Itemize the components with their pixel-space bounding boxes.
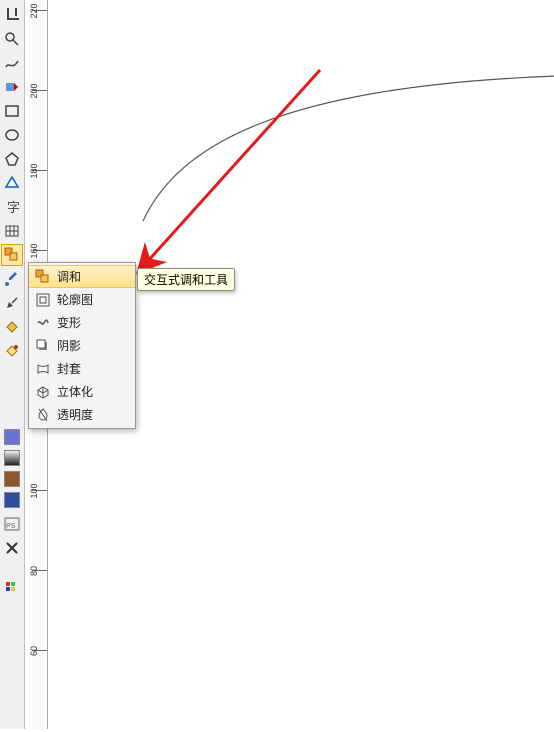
tool-ellipse[interactable] bbox=[1, 124, 23, 146]
flyout-item-contour[interactable]: 轮廓图 bbox=[29, 288, 135, 311]
tool-fill[interactable] bbox=[1, 316, 23, 338]
flyout-label: 立体化 bbox=[57, 383, 93, 400]
toolbox: 字 PS bbox=[0, 0, 25, 729]
swatch-1[interactable] bbox=[4, 429, 20, 445]
tool-crop[interactable] bbox=[1, 4, 23, 26]
flyout-item-blend[interactable]: 调和 bbox=[29, 265, 135, 288]
tool-basic-shapes[interactable] bbox=[1, 172, 23, 194]
distort-icon bbox=[35, 315, 51, 331]
tool-text[interactable]: 字 bbox=[1, 196, 23, 218]
ruler-mark: 180 bbox=[29, 163, 39, 178]
ruler-mark: 100 bbox=[29, 483, 39, 498]
ruler-mark: 200 bbox=[29, 83, 39, 98]
envelope-icon bbox=[35, 361, 51, 377]
tool-polygon[interactable] bbox=[1, 148, 23, 170]
ruler-mark: 80 bbox=[29, 566, 39, 576]
flyout-label: 变形 bbox=[57, 314, 81, 331]
flyout-item-drop-shadow[interactable]: 阴影 bbox=[29, 334, 135, 357]
swatch-2[interactable] bbox=[4, 450, 20, 466]
tool-rectangle[interactable] bbox=[1, 100, 23, 122]
contour-icon bbox=[35, 292, 51, 308]
tool-zoom[interactable] bbox=[1, 28, 23, 50]
flyout-label: 封套 bbox=[57, 360, 81, 377]
interactive-tools-flyout: 调和 轮廓图 变形 阴影 封套 立体化 透明度 bbox=[28, 262, 136, 429]
flyout-label: 调和 bbox=[57, 268, 81, 285]
extrude-icon bbox=[35, 384, 51, 400]
tool-eyedropper[interactable] bbox=[1, 268, 23, 290]
tool-table[interactable] bbox=[1, 220, 23, 242]
flyout-item-transparency[interactable]: 透明度 bbox=[29, 403, 135, 426]
ruler-mark: 160 bbox=[29, 243, 39, 258]
transparency-icon bbox=[35, 407, 51, 423]
swatch-3[interactable] bbox=[4, 471, 20, 487]
swatch-4[interactable] bbox=[4, 492, 20, 508]
tool-outline-pen[interactable] bbox=[1, 292, 23, 314]
flyout-item-distort[interactable]: 变形 bbox=[29, 311, 135, 334]
tooltip-text: 交互式调和工具 bbox=[144, 273, 228, 287]
tool-smartfill[interactable] bbox=[1, 76, 23, 98]
flyout-item-envelope[interactable]: 封套 bbox=[29, 357, 135, 380]
tool-freehand[interactable] bbox=[1, 52, 23, 74]
blend-icon bbox=[35, 269, 51, 285]
tooltip: 交互式调和工具 bbox=[137, 268, 235, 291]
flyout-item-extrude[interactable]: 立体化 bbox=[29, 380, 135, 403]
flyout-label: 阴影 bbox=[57, 337, 81, 354]
shadow-icon bbox=[35, 338, 51, 354]
svg-text:字: 字 bbox=[7, 200, 20, 215]
tool-interactive-fill[interactable] bbox=[1, 340, 23, 362]
tool-postscript-fill[interactable]: PS bbox=[1, 513, 23, 535]
ruler-mark: 60 bbox=[29, 646, 39, 656]
flyout-label: 轮廓图 bbox=[57, 291, 93, 308]
svg-text:PS: PS bbox=[6, 523, 16, 530]
ruler-mark: 220 bbox=[29, 3, 39, 18]
tool-interactive-blend[interactable] bbox=[1, 244, 23, 266]
flyout-label: 透明度 bbox=[57, 406, 93, 423]
tool-color-docker[interactable] bbox=[1, 575, 23, 597]
tool-no-fill[interactable] bbox=[1, 537, 23, 559]
